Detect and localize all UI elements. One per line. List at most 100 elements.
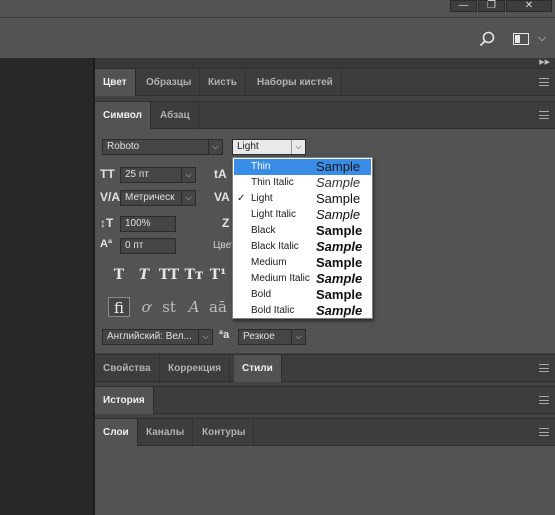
contextual-alternates-button[interactable]: ơ <box>136 297 156 317</box>
stylistic-alternates-button[interactable]: aā <box>207 297 229 317</box>
baseline-shift-field[interactable]: 0 пт <box>120 238 176 254</box>
tab-label: Кисть <box>208 77 237 88</box>
close-button[interactable]: ✕ <box>506 0 552 12</box>
tab-paragraph[interactable]: Абзац <box>152 102 199 129</box>
tab-adjustments[interactable]: Коррекция <box>160 355 231 382</box>
font-size-icon: TT <box>100 167 115 181</box>
font-style-option-label: Light Italic <box>251 209 297 220</box>
superscript-button[interactable]: T¹ <box>208 266 228 284</box>
collapse-double-arrow-icon[interactable]: ▶▶ <box>539 58 550 66</box>
tab-color[interactable]: Цвет <box>95 69 136 96</box>
language-select[interactable]: Английский: Вел... ⌵ <box>102 329 213 345</box>
checkmark-icon: ✓ <box>237 193 246 204</box>
faux-bold-button[interactable]: T <box>110 266 128 284</box>
faux-italic-button[interactable]: T <box>135 266 153 284</box>
tab-layers[interactable]: Слои <box>95 419 138 446</box>
font-style-option-label: Thin <box>251 161 271 172</box>
tab-brush[interactable]: Кисть <box>200 69 246 96</box>
font-style-select[interactable]: Light ⌵ <box>232 139 306 155</box>
all-caps-button[interactable]: TT <box>158 266 180 284</box>
font-family-value: Roboto <box>107 141 140 152</box>
chevron-down-icon: ⌵ <box>181 168 195 182</box>
history-panel-header: История <box>95 386 555 414</box>
options-bar: ⌵ <box>0 17 555 64</box>
font-style-sample: Sample <box>316 223 363 238</box>
swash-button[interactable]: A <box>184 297 204 317</box>
tab-properties[interactable]: Свойства <box>95 355 160 382</box>
discretionary-ligatures-button[interactable]: st <box>159 297 179 317</box>
close-icon: ✕ <box>524 0 534 11</box>
tab-label: Символ <box>103 110 142 121</box>
font-style-option[interactable]: Bold Sample <box>234 287 371 303</box>
tab-history[interactable]: История <box>95 387 154 414</box>
font-style-option-label: Medium <box>251 257 287 268</box>
tab-label: Цвет <box>103 77 127 88</box>
font-style-dropdown: Thin Sample Thin Italic Sample ✓ Light Sample L… <box>232 157 373 319</box>
kerning-icon: V/A <box>100 190 121 204</box>
minimize-icon: — <box>458 0 469 11</box>
tab-label: Каналы <box>146 427 185 438</box>
standard-ligatures-button[interactable]: fi <box>108 297 130 317</box>
search-icon[interactable] <box>479 31 495 47</box>
font-family-select[interactable]: Roboto ⌵ <box>102 139 223 155</box>
baseline-shift-icon: Aª <box>100 238 113 250</box>
tab-label: Наборы кистей <box>257 77 333 88</box>
font-style-option[interactable]: Black Sample <box>234 223 371 239</box>
font-style-option-label: Black <box>251 225 276 236</box>
font-style-sample: Sample <box>316 303 363 318</box>
tab-styles[interactable]: Стили <box>234 355 282 382</box>
tab-label: Абзац <box>160 110 190 121</box>
tab-label: Контуры <box>202 427 246 438</box>
font-style-option-label: Bold Italic <box>251 305 295 316</box>
tab-channels[interactable]: Каналы <box>138 419 194 446</box>
tab-character[interactable]: Символ <box>95 102 151 129</box>
layers-panel-header: Слои Каналы Контуры <box>95 418 555 446</box>
font-style-option-label: Black Italic <box>251 241 299 252</box>
font-style-option-label: Medium Italic <box>251 273 310 284</box>
tab-paths[interactable]: Контуры <box>194 419 255 446</box>
horizontal-scale-icon: Z <box>222 216 230 230</box>
font-style-sample: Sample <box>316 255 363 270</box>
workspace-chevron-icon[interactable]: ⌵ <box>538 32 546 45</box>
font-style-option-label: Thin Italic <box>251 177 294 188</box>
font-size-field[interactable]: 25 пт ⌵ <box>120 167 196 183</box>
font-style-option[interactable]: ✓ Light Sample <box>234 191 371 207</box>
small-caps-button[interactable]: Tт <box>183 266 205 284</box>
dock-collapse-bar[interactable]: ▶▶ <box>95 58 555 68</box>
tab-brush-presets[interactable]: Наборы кистей <box>249 69 342 96</box>
chevron-down-icon: ⌵ <box>291 330 305 344</box>
chevron-down-icon: ⌵ <box>208 140 222 154</box>
minimize-button[interactable]: — <box>450 0 477 12</box>
font-style-sample: Sample <box>316 287 363 302</box>
panel-menu-icon[interactable] <box>539 364 549 372</box>
font-style-option[interactable]: Thin Sample <box>234 159 371 175</box>
font-style-sample: Sample <box>316 239 363 254</box>
tab-swatches[interactable]: Образцы <box>138 69 201 96</box>
language-value: Английский: Вел... <box>107 331 192 342</box>
vertical-scale-field[interactable]: 100% <box>120 216 176 232</box>
panel-menu-icon[interactable] <box>539 396 549 404</box>
restore-button[interactable]: ❐ <box>478 0 505 12</box>
tab-label: Образцы <box>146 77 192 88</box>
font-style-option[interactable]: Thin Italic Sample <box>234 175 371 191</box>
vertical-scale-icon: ↕T <box>100 216 114 230</box>
font-style-option[interactable]: Medium Sample <box>234 255 371 271</box>
font-style-option[interactable]: Bold Italic Sample <box>234 303 371 319</box>
canvas-area <box>0 58 93 515</box>
font-style-option-label: Light <box>251 193 273 204</box>
font-style-sample: Sample <box>316 271 363 286</box>
panel-menu-icon[interactable] <box>539 78 549 86</box>
font-style-option[interactable]: Black Italic Sample <box>234 239 371 255</box>
panel-menu-icon[interactable] <box>539 111 549 119</box>
font-style-sample: Sample <box>316 207 361 222</box>
kerning-select[interactable]: Метрическ ⌵ <box>120 190 196 206</box>
font-style-option[interactable]: Light Italic Sample <box>234 207 371 223</box>
tab-label: История <box>103 395 145 406</box>
anti-alias-select[interactable]: Резкое ⌵ <box>238 329 306 345</box>
workspace-icon[interactable] <box>513 33 530 46</box>
chevron-down-icon: ⌵ <box>291 140 305 154</box>
font-size-value: 25 пт <box>125 169 149 180</box>
panel-menu-icon[interactable] <box>539 428 549 436</box>
chevron-down-icon: ⌵ <box>181 191 195 205</box>
font-style-option[interactable]: Medium Italic Sample <box>234 271 371 287</box>
